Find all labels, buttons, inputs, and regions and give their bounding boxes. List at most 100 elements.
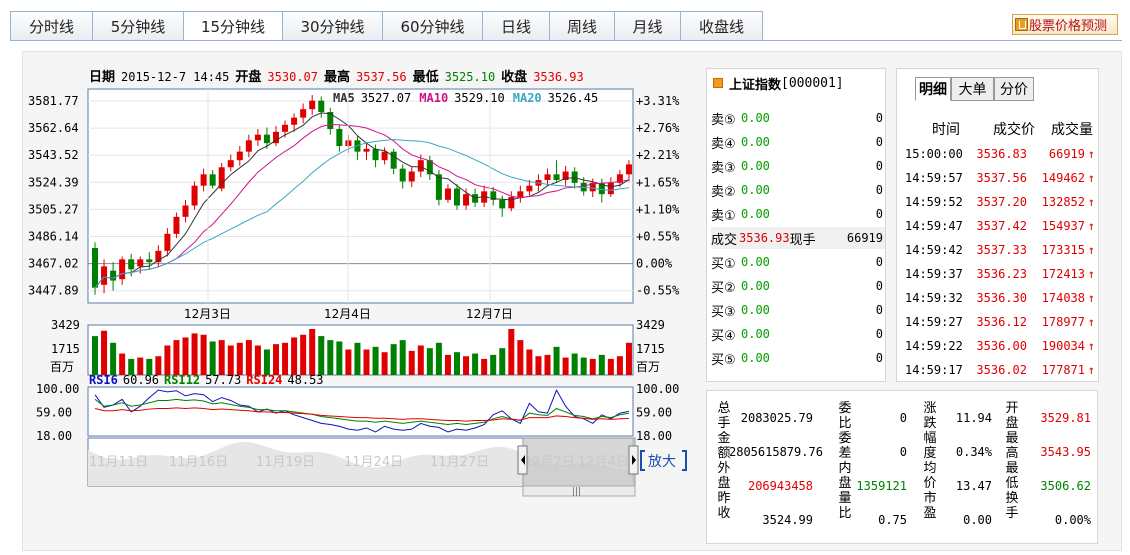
volume-bar: [517, 340, 524, 375]
tick-time: 15:00:00: [905, 147, 963, 161]
order-book-row: 买① 0.00 0: [711, 251, 885, 273]
price-tick-label: 3505.27: [28, 202, 79, 216]
tick-row: 14:59:47 3537.42 154937 ↑: [905, 214, 1095, 238]
stats-col3-value: 13.47: [955, 479, 992, 493]
volume-bar: [182, 337, 189, 375]
volume-bar: [191, 333, 198, 375]
volume-unit-label-right: 百万: [636, 360, 660, 374]
stats-col4-labels: 开盘最高最低换手: [1005, 401, 1019, 521]
volume-bar: [200, 334, 207, 375]
pct-tick-label: +2.21%: [636, 148, 680, 162]
candle-body: [607, 182, 614, 195]
order-book-row: 卖② 0.00 0: [711, 179, 885, 201]
volume-bar: [327, 340, 334, 375]
volume-mid-label: 1715: [51, 342, 80, 356]
volume-bar: [571, 353, 578, 375]
tick-time: 14:59:42: [905, 243, 963, 257]
stats-col4-value: 0.00%: [1054, 513, 1091, 527]
ma-legend-item: 3529.10: [454, 91, 505, 105]
stats-col2-value: 1359121: [856, 479, 907, 493]
tick-time: 14:59:37: [905, 267, 963, 281]
candle-body: [182, 205, 189, 217]
ticks-tab-0[interactable]: 明细: [915, 77, 951, 101]
order-volume: 0: [875, 159, 883, 173]
order-volume: 0: [875, 327, 883, 341]
index-icon: [713, 78, 723, 88]
up-arrow-icon: ↑: [1087, 339, 1095, 353]
volume-bar: [580, 357, 587, 375]
order-price: 0.00: [741, 303, 770, 317]
zoom-button[interactable]: 放大: [648, 454, 676, 470]
tick-volume: 132852: [1041, 195, 1085, 209]
stats-col1-value: 206943458: [747, 479, 813, 493]
rsi-tick-label: 18.00: [36, 429, 72, 443]
order-volume: 0: [875, 183, 883, 197]
volume-bar: [490, 354, 497, 375]
volume-bar: [345, 349, 352, 375]
tick-price: 3536.23: [976, 267, 1027, 281]
volume-bar: [616, 356, 623, 375]
order-volume: 0: [875, 111, 883, 125]
volume-bar: [282, 342, 289, 375]
volume-bar: [481, 358, 488, 375]
candle-body: [336, 129, 343, 147]
trade-label: 成交: [711, 232, 738, 248]
navigator-window[interactable]: [522, 437, 636, 487]
volume-bar: [245, 340, 252, 375]
last-trade-row: 成交 3536.93 现手 66919: [711, 227, 885, 249]
tick-row: 14:59:42 3537.33 173315 ↑: [905, 238, 1095, 262]
order-price: 0.00: [741, 279, 770, 293]
candle-body: [372, 148, 379, 161]
rsi-tick-label-right: 59.00: [636, 406, 672, 420]
kline-chart[interactable]: 3581.77 +3.31% 3562.64 +2.76% 3543.52 +2.21% 3…: [0, 0, 700, 555]
order-price: 0.00: [741, 255, 770, 269]
order-book-row: 卖③ 0.00 0: [711, 155, 885, 177]
tick-price: 3536.12: [976, 315, 1027, 329]
price-tick-label: 3486.14: [28, 230, 79, 244]
order-level-label: 卖③: [711, 160, 736, 176]
candle-body: [318, 100, 325, 113]
tick-detail-panel: 明细 大单 分价 时间 成交价 成交量 15:00:00 3536.83 66919 ↑ 1…: [896, 68, 1099, 382]
tick-row: 14:59:32 3536.30 174038 ↑: [905, 286, 1095, 310]
stock-prediction-button[interactable]: 股票价格预测: [1012, 14, 1118, 35]
tick-time: 14:59:27: [905, 315, 963, 329]
order-book-row: 买② 0.00 0: [711, 275, 885, 297]
candle-body: [137, 259, 144, 267]
rsi-tick-label: 59.00: [36, 406, 72, 420]
candle-body: [526, 185, 533, 192]
rsi-legend-item: RSI24: [246, 373, 282, 387]
candle-body: [363, 148, 370, 152]
tick-row: 14:59:22 3536.00 190034 ↑: [905, 334, 1095, 358]
tick-time: 14:59:47: [905, 219, 963, 233]
ticks-tab-1[interactable]: 大单: [951, 77, 994, 101]
order-price: 0.00: [741, 207, 770, 221]
candle-body: [381, 151, 388, 161]
candle-body: [236, 151, 243, 161]
rsi-legend-item: 60.96: [123, 373, 159, 387]
candle-body: [517, 191, 524, 198]
price-tick-label: 3467.02: [28, 257, 79, 271]
volume-bar: [535, 356, 542, 375]
tick-price: 3537.56: [976, 171, 1027, 185]
volume-bar: [607, 358, 614, 375]
tick-price: 3536.83: [976, 147, 1027, 161]
tick-volume: 190034: [1041, 339, 1085, 353]
volume-bar: [526, 349, 533, 375]
volume-bar: [354, 342, 361, 375]
order-book-row: 买⑤ 0.00 0: [711, 347, 885, 369]
stats-col3-value: 0.00: [963, 513, 992, 527]
volume-bar: [300, 334, 307, 375]
tick-volume: 66919: [1048, 147, 1085, 161]
volume-bar: [472, 353, 479, 375]
rsi-legend-item: 57.73: [205, 373, 241, 387]
rsi-tick-label-right: 18.00: [636, 429, 672, 443]
stats-col2-value: 0: [899, 411, 907, 425]
stats-col1-value: 3524.99: [762, 513, 813, 527]
ticks-tab-2[interactable]: 分价: [994, 77, 1034, 101]
tick-volume: 154937: [1041, 219, 1085, 233]
candle-body: [282, 124, 289, 132]
tick-row: 15:00:00 3536.83 66919 ↑: [905, 142, 1095, 166]
price-tick-label: 3543.52: [28, 148, 79, 162]
stats-col3-labels: 涨跌幅度均价市盈: [923, 401, 937, 521]
up-arrow-icon: ↑: [1087, 363, 1095, 377]
